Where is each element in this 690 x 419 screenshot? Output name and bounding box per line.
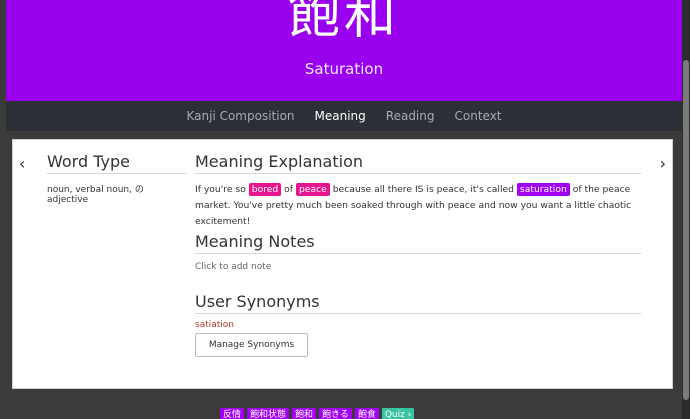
add-note-link[interactable]: Click to add note [195, 262, 641, 272]
next-arrow-icon[interactable]: › [660, 154, 666, 173]
meaning-explanation-text: If you're so bored of peace because all … [195, 182, 641, 230]
tab-kanji-composition[interactable]: Kanji Composition [176, 101, 304, 131]
scrollbar[interactable] [682, 0, 690, 419]
highlight-saturation: saturation [516, 183, 570, 196]
footer-button-3[interactable]: 飽和 [292, 408, 317, 419]
word-type-text: noun, verbal noun, の adjective [47, 185, 144, 205]
word-type-heading: Word Type [47, 152, 187, 174]
tab-context[interactable]: Context [445, 101, 512, 131]
meaning-notes-section: Meaning Notes Click to add note [195, 232, 641, 272]
meaning-explanation-heading: Meaning Explanation [195, 152, 641, 174]
word-type-section: Word Type noun, verbal noun, の adjective [47, 152, 187, 205]
tab-bar: Kanji Composition Meaning Reading Contex… [6, 101, 682, 131]
meaning-panel: ‹ › Word Type noun, verbal noun, の adjec… [12, 139, 673, 389]
explanation-part: of [281, 184, 296, 195]
user-synonyms-section: User Synonyms satiation Manage Synonyms [195, 292, 641, 357]
explanation-part: If you're so [195, 184, 249, 195]
header: 飽和 Saturation [6, 0, 682, 101]
scrollbar-thumb[interactable] [683, 60, 689, 400]
tab-meaning[interactable]: Meaning [305, 101, 376, 131]
prev-arrow-icon[interactable]: ‹ [19, 154, 25, 173]
quiz-button[interactable]: Quiz › [381, 408, 415, 419]
footer-button-2[interactable]: 飽和状態 [247, 408, 290, 419]
footer-button-1[interactable]: 反情 [220, 408, 245, 419]
meaning-explanation-section: Meaning Explanation If you're so bored o… [195, 152, 641, 230]
vocab-kanji: 飽和 [287, 0, 400, 46]
footer-button-4[interactable]: 飽きる [319, 408, 352, 419]
footer-buttons: 反情 飽和状態 飽和 飽きる 飽食 Quiz › [220, 408, 415, 419]
footer-button-5[interactable]: 飽食 [354, 408, 379, 419]
highlight-peace: peace [295, 183, 330, 196]
meaning-notes-heading: Meaning Notes [195, 232, 641, 254]
explanation-part: because all there IS is peace, it's call… [329, 184, 517, 195]
tab-reading[interactable]: Reading [376, 101, 445, 131]
synonym-item: satiation [195, 320, 234, 330]
manage-synonyms-button[interactable]: Manage Synonyms [195, 333, 308, 357]
highlight-bored: bored [248, 183, 282, 196]
user-synonyms-heading: User Synonyms [195, 292, 641, 314]
vocab-meaning: Saturation [304, 60, 384, 78]
